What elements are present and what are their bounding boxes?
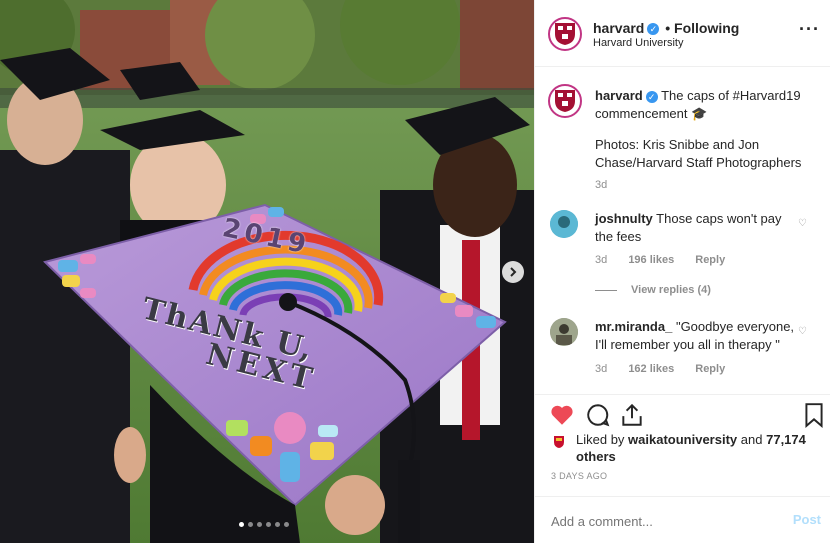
likes-prefix: Liked by	[576, 432, 625, 447]
share-icon[interactable]	[619, 402, 645, 428]
add-comment-input[interactable]	[549, 510, 783, 532]
header-username[interactable]: harvard	[593, 20, 644, 36]
post-comment-button[interactable]: Post	[793, 512, 821, 527]
caption-credit: Photos: Kris Snibbe and Jon Chase/Harvar…	[595, 137, 802, 170]
carousel-dot	[275, 522, 280, 527]
carousel-dot	[266, 522, 271, 527]
post-date: 3 DAYS AGO	[551, 471, 608, 481]
avatar-image	[550, 210, 578, 238]
more-options-icon[interactable]: ···	[799, 20, 820, 38]
carousel-next-button[interactable]	[502, 261, 524, 283]
like-heart-icon[interactable]	[549, 402, 575, 428]
carousel-dot	[257, 522, 262, 527]
verified-badge-icon: ✓	[647, 23, 660, 36]
harvard-shield-icon	[555, 90, 575, 112]
carousel-dot-active	[239, 522, 244, 527]
save-bookmark-icon[interactable]	[801, 402, 827, 428]
header-subtitle[interactable]: Harvard University	[593, 37, 683, 49]
avatar-image	[550, 318, 578, 346]
graduation-cap-photo	[0, 0, 534, 543]
comment-username[interactable]: joshnulty	[595, 211, 653, 226]
verified-badge-icon: ✓	[645, 90, 658, 103]
carousel-dot	[248, 522, 253, 527]
add-comment-bar: Post	[535, 496, 830, 544]
comment-like-heart-icon[interactable]: ♡	[798, 326, 808, 337]
caption-time: 3d	[595, 179, 608, 191]
caption-username[interactable]: harvard	[595, 88, 643, 103]
likes-and: and	[740, 432, 763, 447]
commenter-avatar[interactable]	[550, 318, 578, 346]
comment-1: joshnulty Those caps won't pay the fees	[595, 210, 795, 246]
view-replies-button[interactable]: View replies (4)	[631, 284, 711, 296]
commenter-avatar[interactable]	[550, 210, 578, 238]
waikato-crest-icon	[551, 433, 567, 449]
comment-2: mr.miranda_ "Goodbye everyone, I'll reme…	[595, 318, 795, 354]
post-sidebar: harvard ✓ • Following Harvard University …	[534, 0, 830, 543]
comment-time: 3d	[595, 363, 608, 375]
caption-avatar[interactable]	[548, 84, 582, 118]
chevron-right-icon	[510, 267, 517, 277]
profile-avatar[interactable]	[548, 17, 582, 51]
comment-likes[interactable]: 162 likes	[628, 363, 674, 375]
carousel-dot	[284, 522, 289, 527]
post-photo[interactable]: 2019 ThANk U, NEXT	[0, 0, 534, 543]
comment-username[interactable]: mr.miranda_	[595, 319, 672, 334]
comment-like-heart-icon[interactable]: ♡	[798, 218, 808, 229]
liker-avatar[interactable]	[551, 433, 567, 449]
post-actions	[535, 394, 830, 435]
comment-reply-button[interactable]: Reply	[695, 363, 725, 375]
comment-reply-button[interactable]: Reply	[695, 254, 725, 266]
likes-summary: Liked by waikatouniversity and 77,174 ot…	[576, 431, 816, 465]
replies-divider	[595, 290, 617, 291]
comment-time: 3d	[595, 254, 608, 266]
caption: harvard ✓ The caps of #Harvard19 commence…	[595, 87, 820, 123]
post-header: harvard ✓ • Following Harvard University …	[535, 0, 830, 67]
comment-meta: 3d 196 likes Reply	[595, 254, 743, 266]
comment-likes[interactable]: 196 likes	[628, 254, 674, 266]
comment-meta: 3d 162 likes Reply	[595, 363, 743, 375]
harvard-shield-icon	[555, 23, 575, 45]
comment-icon[interactable]	[585, 402, 611, 428]
follow-status[interactable]: • Following	[665, 20, 739, 36]
liker-username[interactable]: waikatouniversity	[628, 432, 737, 447]
